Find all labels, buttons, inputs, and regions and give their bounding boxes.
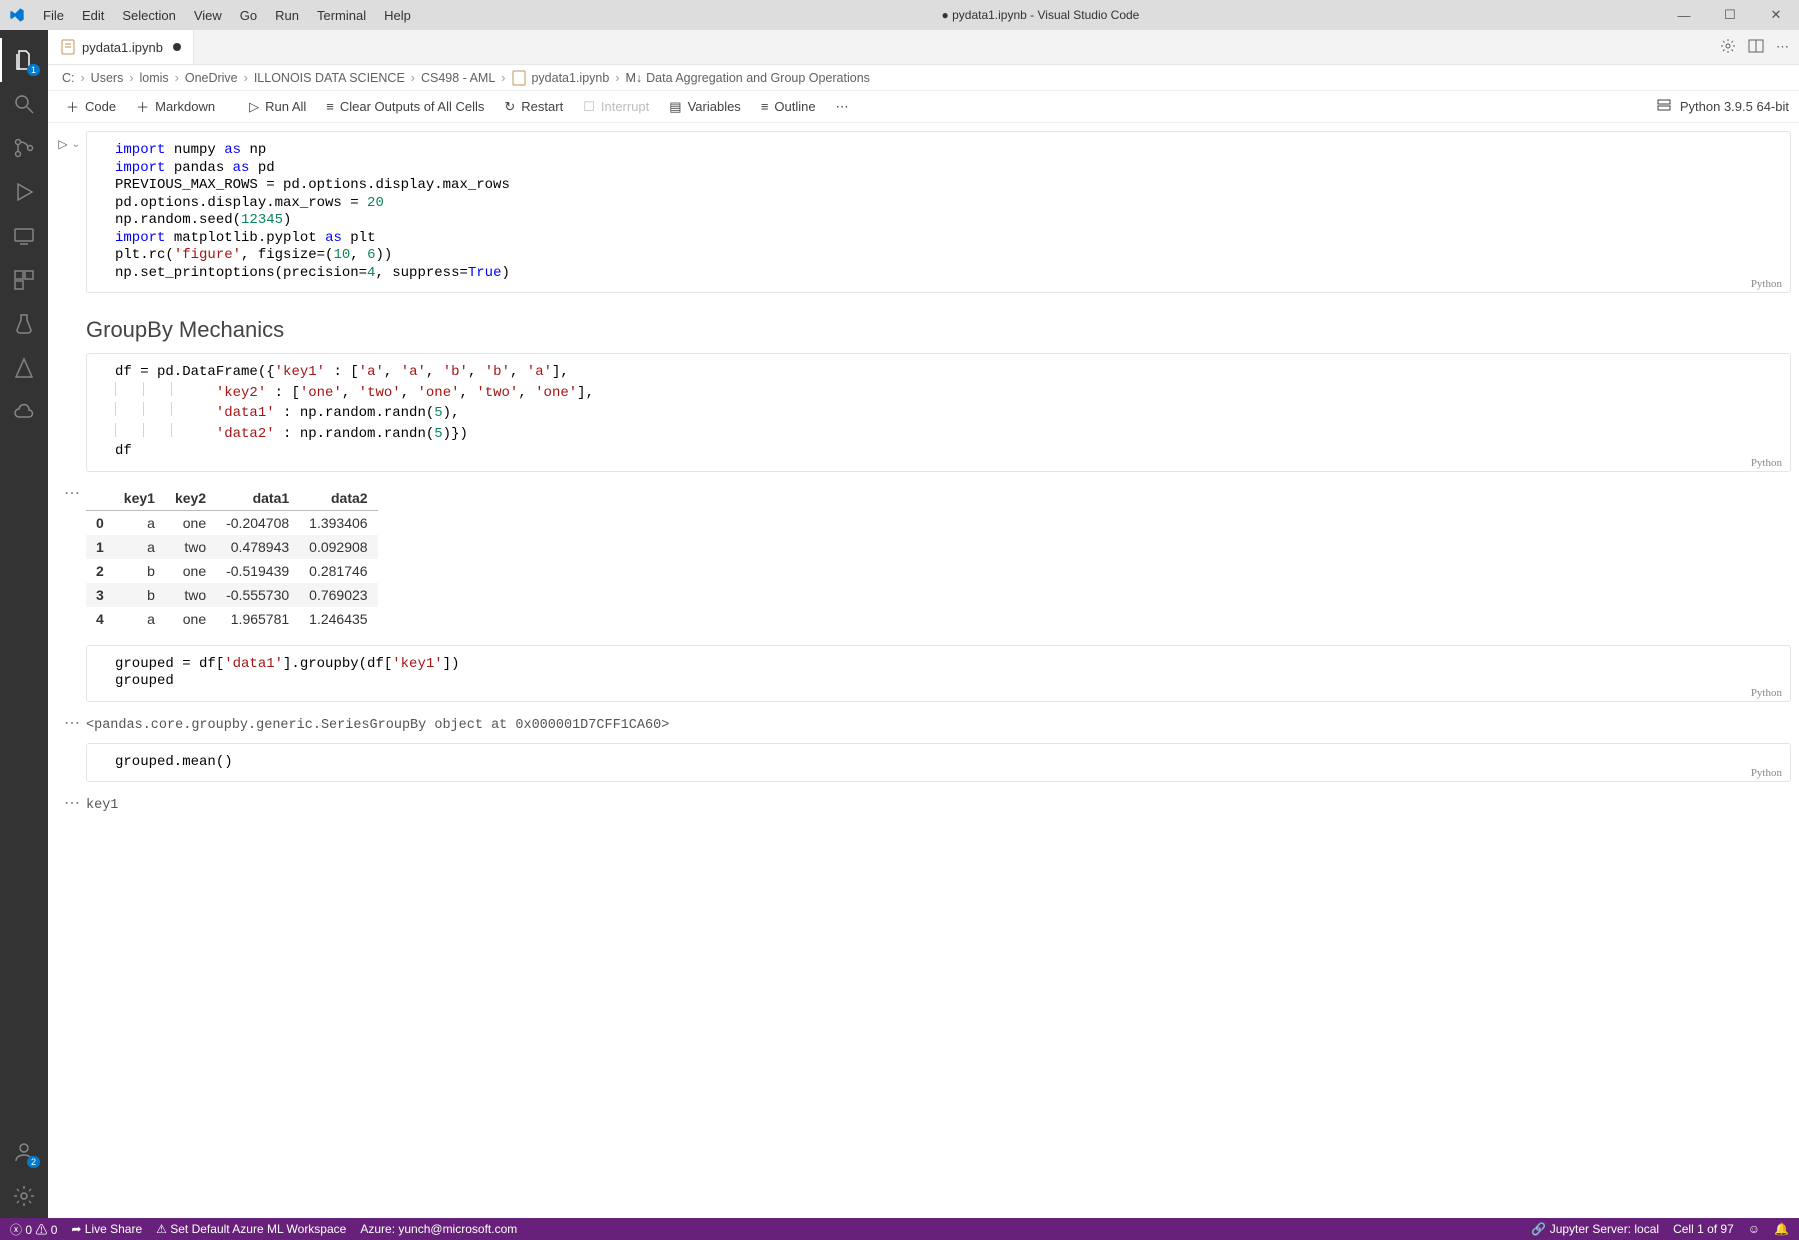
explorer-badge: 1	[27, 64, 40, 76]
accounts-icon[interactable]: 2	[0, 1130, 48, 1174]
text-output: <pandas.core.groupby.generic.SeriesGroup…	[86, 712, 669, 743]
text-output: key1	[86, 792, 118, 823]
split-editor-icon[interactable]	[1748, 38, 1764, 57]
menu-help[interactable]: Help	[375, 2, 420, 29]
cell-language-label: Python	[1751, 687, 1782, 699]
explorer-icon[interactable]: 1	[0, 38, 48, 82]
plus-icon: ＋	[136, 97, 149, 116]
outline-icon: ≡	[761, 99, 769, 114]
testing-icon[interactable]	[0, 302, 48, 346]
menu-terminal[interactable]: Terminal	[308, 2, 375, 29]
cell-code[interactable]: grouped = df['data1'].groupby(df['key1']…	[87, 646, 1790, 701]
table-row: 3btwo-0.5557300.769023	[86, 583, 378, 607]
modified-indicator-icon	[173, 43, 181, 51]
notebook-editor[interactable]: ▷ ⌄ import numpy as np import pandas as …	[48, 123, 1799, 1218]
status-jupyter-server[interactable]: 🔗 Jupyter Server: local	[1531, 1222, 1659, 1236]
run-all-icon: ▷	[249, 99, 259, 115]
output-ellipsis[interactable]: ⋯	[56, 792, 86, 812]
editor-tabs: pydata1.ipynb ⋯	[48, 30, 1799, 65]
variables-icon: ▤	[669, 99, 681, 115]
add-markdown-button[interactable]: ＋Markdown	[128, 94, 223, 119]
restart-icon: ↻	[504, 99, 515, 115]
table-row: 1atwo0.4789430.092908	[86, 535, 378, 559]
cell-language-label: Python	[1751, 278, 1782, 290]
cell-language-label: Python	[1751, 457, 1782, 469]
minimize-button[interactable]: ―	[1661, 0, 1707, 30]
outline-button[interactable]: ≡Outline	[753, 96, 824, 117]
toolbar-more-icon[interactable]: ⋯	[828, 96, 857, 118]
server-icon	[1656, 97, 1672, 116]
markdown-heading[interactable]: GroupBy Mechanics	[56, 303, 1791, 353]
menu-file[interactable]: File	[34, 2, 73, 29]
close-button[interactable]: ✕	[1753, 0, 1799, 30]
menu-edit[interactable]: Edit	[73, 2, 113, 29]
remote-explorer-icon[interactable]	[0, 214, 48, 258]
cloud-icon[interactable]	[0, 390, 48, 434]
cell-code[interactable]: import numpy as np import pandas as pd P…	[87, 132, 1790, 292]
cell-code[interactable]: df = pd.DataFrame({'key1' : ['a', 'a', '…	[87, 354, 1790, 471]
status-notifications-icon[interactable]: 🔔	[1774, 1222, 1789, 1236]
status-azureml[interactable]: ⚠ Set Default Azure ML Workspace	[156, 1222, 346, 1236]
run-all-button[interactable]: ▷Run All	[241, 96, 314, 118]
cell-code[interactable]: grouped.mean()	[87, 744, 1790, 782]
status-cell-position[interactable]: Cell 1 of 97	[1673, 1222, 1734, 1236]
interrupt-icon: ☐	[583, 99, 595, 115]
kernel-selector[interactable]: Python 3.9.5 64-bit	[1680, 99, 1789, 114]
menu-selection[interactable]: Selection	[113, 2, 184, 29]
code-cell[interactable]: grouped = df['data1'].groupby(df['key1']…	[86, 645, 1791, 702]
table-row: 4aone1.9657811.246435	[86, 607, 378, 631]
code-cell[interactable]: grouped.mean() Python	[86, 743, 1791, 783]
status-feedback-icon[interactable]: ☺	[1748, 1222, 1760, 1236]
status-azure[interactable]: Azure: yunch@microsoft.com	[360, 1222, 517, 1236]
output-ellipsis[interactable]: ⋯	[56, 712, 86, 732]
run-cell-button[interactable]: ▷ ⌄	[58, 137, 80, 151]
dataframe-output: key1key2data1data2 0aone-0.2047081.39340…	[86, 486, 378, 631]
notebook-settings-icon[interactable]	[1720, 38, 1736, 57]
source-control-icon[interactable]	[0, 126, 48, 170]
output-ellipsis[interactable]: ⋯	[56, 482, 86, 502]
plus-icon: ＋	[66, 97, 79, 116]
activity-bar: 1 2	[0, 30, 48, 1218]
menu-go[interactable]: Go	[231, 2, 266, 29]
clear-outputs-button[interactable]: ≡Clear Outputs of All Cells	[318, 96, 492, 117]
status-bar: ⓧ 0 ⚠ 0 ➦ Live Share ⚠ Set Default Azure…	[0, 1218, 1799, 1240]
vscode-logo-icon	[0, 7, 34, 23]
menu-bar: File Edit Selection View Go Run Terminal…	[34, 2, 420, 29]
clear-icon: ≡	[326, 99, 334, 114]
interrupt-button[interactable]: ☐Interrupt	[575, 96, 657, 118]
menu-run[interactable]: Run	[266, 2, 308, 29]
code-cell[interactable]: import numpy as np import pandas as pd P…	[86, 131, 1791, 293]
run-debug-icon[interactable]	[0, 170, 48, 214]
settings-gear-icon[interactable]	[0, 1174, 48, 1218]
status-liveshare[interactable]: ➦ Live Share	[71, 1222, 142, 1236]
menu-view[interactable]: View	[185, 2, 231, 29]
table-row: 0aone-0.2047081.393406	[86, 510, 378, 535]
cell-language-label: Python	[1751, 767, 1782, 779]
add-code-button[interactable]: ＋Code	[58, 94, 124, 119]
window-title: ● pydata1.ipynb - Visual Studio Code	[420, 8, 1661, 22]
extensions-icon[interactable]	[0, 258, 48, 302]
code-cell[interactable]: df = pd.DataFrame({'key1' : ['a', 'a', '…	[86, 353, 1791, 472]
breadcrumb[interactable]: C:› Users› lomis› OneDrive› ILLONOIS DAT…	[48, 65, 1799, 91]
notebook-file-icon	[511, 70, 527, 86]
search-icon[interactable]	[0, 82, 48, 126]
notebook-file-icon	[60, 39, 76, 55]
azure-icon[interactable]	[0, 346, 48, 390]
notebook-toolbar: ＋Code ＋Markdown ▷Run All ≡Clear Outputs …	[48, 91, 1799, 123]
status-problems[interactable]: ⓧ 0 ⚠ 0	[10, 1221, 57, 1238]
tab-label: pydata1.ipynb	[82, 40, 163, 55]
more-actions-icon[interactable]: ⋯	[1776, 39, 1789, 55]
restart-button[interactable]: ↻Restart	[496, 96, 571, 118]
table-row: 2bone-0.5194390.281746	[86, 559, 378, 583]
accounts-badge: 2	[27, 1156, 40, 1168]
maximize-button[interactable]: ☐	[1707, 0, 1753, 30]
variables-button[interactable]: ▤Variables	[661, 96, 749, 118]
tab-pydata1[interactable]: pydata1.ipynb	[48, 30, 194, 64]
title-bar: File Edit Selection View Go Run Terminal…	[0, 0, 1799, 30]
